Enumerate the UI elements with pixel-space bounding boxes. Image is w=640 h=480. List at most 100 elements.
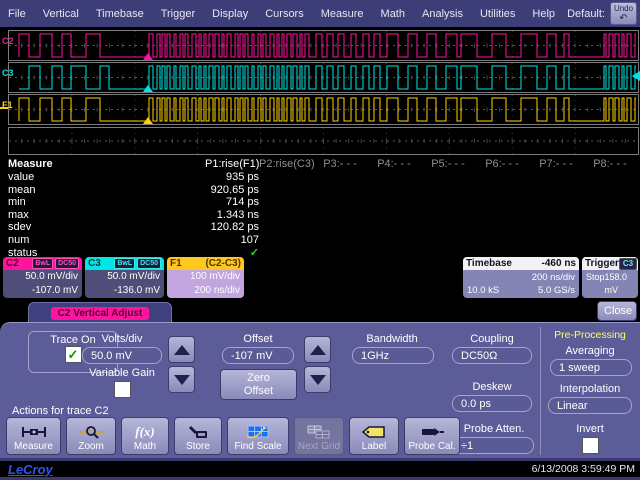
close-button[interactable]: Close (597, 301, 637, 321)
menu-bar: File Vertical Timebase Trigger Display C… (0, 0, 640, 27)
invert-checkbox[interactable] (582, 437, 599, 454)
vertical-adjust-dialog: Trace On ✓ Volts/div 50.0 mV Variable Ga… (0, 322, 640, 459)
measure-col-p2[interactable]: P2:rise(C3) (259, 158, 313, 170)
channel-label-c2: C2 (2, 37, 14, 46)
c2-volts-div: 50.0 mV/div (7, 270, 78, 284)
measure-col-p6[interactable]: P6:- - - (475, 158, 529, 170)
menu-measure[interactable]: Measure (321, 8, 364, 20)
averaging-field[interactable]: 1 sweep (550, 359, 632, 376)
measure-table: Measure P1:rise(F1) P2:rise(C3) P3:- - -… (0, 156, 640, 256)
grid-empty[interactable] (8, 127, 639, 155)
measure-col-p4[interactable]: P4:- - - (367, 158, 421, 170)
preprocessing-label: Pre-Processing (544, 329, 636, 341)
descriptor-f1[interactable]: F1 (C2-C3) 100 mV/div 200 ns/div (167, 257, 244, 298)
coupling-field[interactable]: DC50Ω (452, 347, 532, 364)
trigger-source-badge: C3 (619, 258, 637, 270)
probe-cal-button[interactable]: Probe Cal. (404, 417, 460, 455)
measure-row-num: num 107 (0, 234, 640, 247)
trigger-header: Trigger C3 (582, 257, 638, 270)
row-label: value (0, 171, 205, 183)
label-icon (361, 423, 387, 440)
descriptor-c3[interactable]: C3 BwL DC50 50.0 mV/div -136.0 mV (85, 257, 164, 298)
timebase-header: Timebase -460 ns (463, 257, 579, 270)
menu-items: File Vertical Timebase Trigger Display C… (0, 8, 555, 20)
trigger-title: Trigger (585, 258, 619, 269)
store-button[interactable]: Store (174, 417, 222, 455)
tab-c2-vertical-adjust[interactable]: C2 Vertical Adjust (28, 302, 172, 323)
descriptor-c2-header: C2 BwL DC50 (3, 257, 82, 270)
trigger-time-marker-c2[interactable] (143, 53, 153, 60)
down-arrow-icon (174, 375, 190, 385)
trigger-type: Width (586, 297, 609, 298)
math-button[interactable]: f(x) Math (121, 417, 169, 455)
p1-max: 1.343 ns (205, 209, 259, 221)
measure-row-sdev: sdev 120.82 ps (0, 221, 640, 234)
offset-field[interactable]: -107 mV (222, 347, 294, 364)
interpolation-field[interactable]: Linear (548, 397, 632, 414)
menu-file[interactable]: File (8, 8, 26, 20)
measure-col-p3[interactable]: P3:- - - (313, 158, 367, 170)
measure-row-value: value 935 ps (0, 171, 640, 184)
descriptor-c3-body: 50.0 mV/div -136.0 mV (85, 270, 164, 298)
timebase-delay: -460 ns (542, 258, 576, 269)
menu-display[interactable]: Display (212, 8, 248, 20)
undo-button[interactable]: Undo ↶ (610, 2, 637, 25)
offset-up-button[interactable] (304, 336, 331, 363)
timebase-title: Timebase (466, 258, 512, 269)
menu-analysis[interactable]: Analysis (422, 8, 463, 20)
measure-title: Measure (0, 158, 205, 170)
oscilloscope-screen: File Vertical Timebase Trigger Display C… (0, 0, 640, 480)
next-grid-button[interactable]: Next Grid (294, 417, 344, 455)
volts-div-field[interactable]: 50.0 mV (82, 347, 162, 364)
descriptor-c3-header: C3 BwL DC50 (85, 257, 164, 270)
menu-timebase[interactable]: Timebase (96, 8, 144, 20)
measure-col-p5[interactable]: P5:- - - (421, 158, 475, 170)
menu-vertical[interactable]: Vertical (43, 8, 79, 20)
f1-function: (C2-C3) (205, 258, 241, 269)
bandwidth-field[interactable]: 1GHz (352, 347, 434, 364)
grid-c3[interactable] (8, 62, 639, 93)
descriptor-f1-body: 100 mV/div 200 ns/div (167, 270, 244, 298)
interpolation-label: Interpolation (544, 383, 636, 395)
trigger-box[interactable]: Trigger C3 Stop 158.0 mV Width Negative (582, 257, 638, 298)
timebase-per-div: 200 ns/div (532, 271, 575, 284)
find-scale-button[interactable]: Find Scale (227, 417, 289, 455)
trigger-time-marker-c3[interactable] (143, 85, 153, 92)
measure-col-p7[interactable]: P7:- - - (529, 158, 583, 170)
label-button[interactable]: Label (349, 417, 399, 455)
menu-trigger[interactable]: Trigger (161, 8, 195, 20)
trace-on-checkbox[interactable]: ✓ (65, 346, 82, 363)
menu-math[interactable]: Math (381, 8, 405, 20)
timebase-box[interactable]: Timebase -460 ns 200 ns/div 10.0 kS 5.0 … (463, 257, 579, 298)
grid-f1[interactable] (8, 94, 639, 125)
datetime: 6/13/2008 3:59:49 PM (532, 463, 635, 475)
menu-utilities[interactable]: Utilities (480, 8, 515, 20)
f1-volts-div: 100 mV/div (171, 270, 240, 284)
probe-atten-field[interactable]: ÷1 (452, 437, 534, 454)
measure-col-p8[interactable]: P8:- - - (583, 158, 637, 170)
deskew-label: Deskew (450, 381, 534, 393)
zero-offset-button[interactable]: Zero Offset (220, 369, 297, 400)
timebase-samples: 10.0 kS (467, 284, 499, 297)
zoom-icon (78, 423, 104, 440)
deskew-field[interactable]: 0.0 ps (452, 395, 532, 412)
bwl-badge: BwL (114, 258, 135, 269)
menu-help[interactable]: Help (532, 8, 555, 20)
p1-num: 107 (205, 234, 259, 246)
variable-gain-checkbox[interactable] (114, 381, 131, 398)
undo-icon: ↶ (619, 14, 627, 23)
lecroy-logo: LeCroy (8, 462, 53, 477)
trigger-level-marker[interactable] (632, 71, 640, 81)
trigger-time-marker-f1[interactable] (143, 117, 153, 124)
zoom-button[interactable]: Zoom (66, 417, 116, 455)
measure-icon (21, 423, 47, 440)
volts-div-up-button[interactable] (168, 336, 195, 363)
grid-c2[interactable] (8, 30, 639, 61)
descriptor-c2[interactable]: C2 BwL DC50 50.0 mV/div -107.0 mV (3, 257, 82, 298)
measure-button[interactable]: Measure (6, 417, 61, 455)
offset-down-button[interactable] (304, 366, 331, 393)
actions-for-trace-label: Actions for trace C2 (12, 405, 109, 417)
measure-col-p1[interactable]: P1:rise(F1) (205, 158, 259, 170)
menu-cursors[interactable]: Cursors (265, 8, 304, 20)
volts-div-down-button[interactable] (168, 366, 195, 393)
